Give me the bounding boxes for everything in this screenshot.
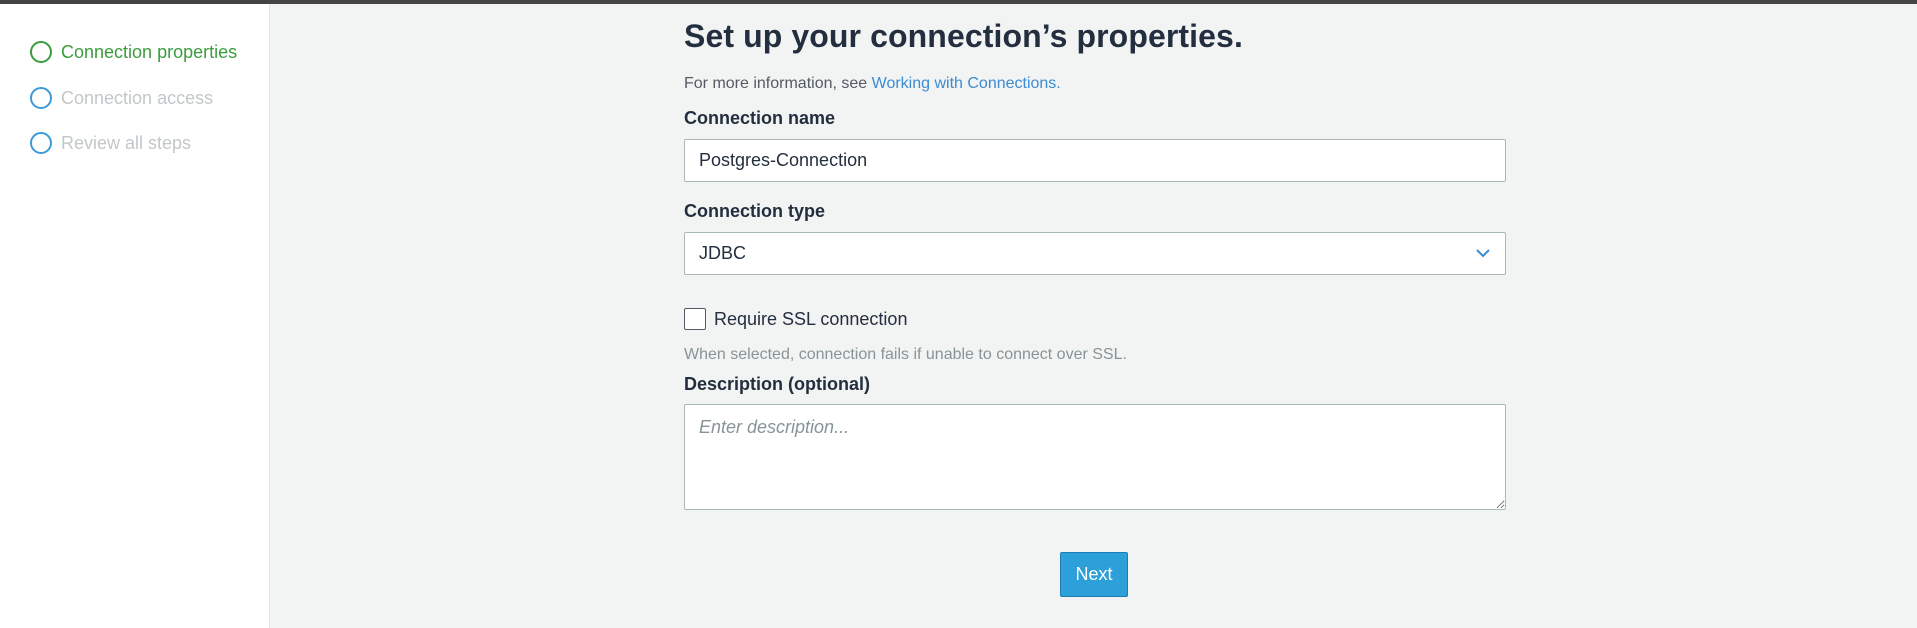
step-connection-access[interactable]: Connection access (30, 86, 213, 110)
step-circle-icon (30, 41, 52, 63)
require-ssl-checkbox[interactable] (684, 308, 706, 330)
connection-name-label: Connection name (684, 108, 836, 128)
ssl-hint-text: When selected, connection fails if unabl… (684, 346, 1127, 363)
page-title: Set up your connection’s properties. (684, 18, 1243, 54)
info-prefix: For more information, see (684, 75, 872, 92)
step-circle-icon (30, 87, 52, 109)
step-label: Connection access (61, 87, 214, 108)
require-ssl-label: Require SSL connection (714, 308, 908, 329)
step-label: Review all steps (61, 132, 192, 153)
step-connection-properties[interactable]: Connection properties (30, 40, 237, 64)
require-ssl-row[interactable]: Require SSL connection (684, 306, 907, 332)
connection-type-select[interactable]: JDBC (684, 232, 1506, 275)
connection-name-input[interactable] (684, 139, 1506, 182)
connection-type-label: Connection type (684, 201, 826, 221)
step-label: Connection properties (61, 41, 238, 62)
description-label: Description (optional) (684, 374, 870, 394)
step-circle-icon (30, 132, 52, 154)
working-with-connections-link[interactable]: Working with Connections. (872, 75, 1061, 92)
next-button[interactable]: Next (1060, 552, 1128, 597)
step-review-all-steps[interactable]: Review all steps (30, 131, 191, 155)
info-text: For more information, see Working with C… (684, 75, 1061, 93)
description-textarea[interactable] (684, 404, 1506, 510)
top-border (0, 0, 1917, 4)
wizard-sidebar: Connection properties Connection access … (0, 4, 270, 628)
connection-type-value: JDBC (699, 243, 747, 263)
chevron-down-icon (1475, 246, 1491, 262)
